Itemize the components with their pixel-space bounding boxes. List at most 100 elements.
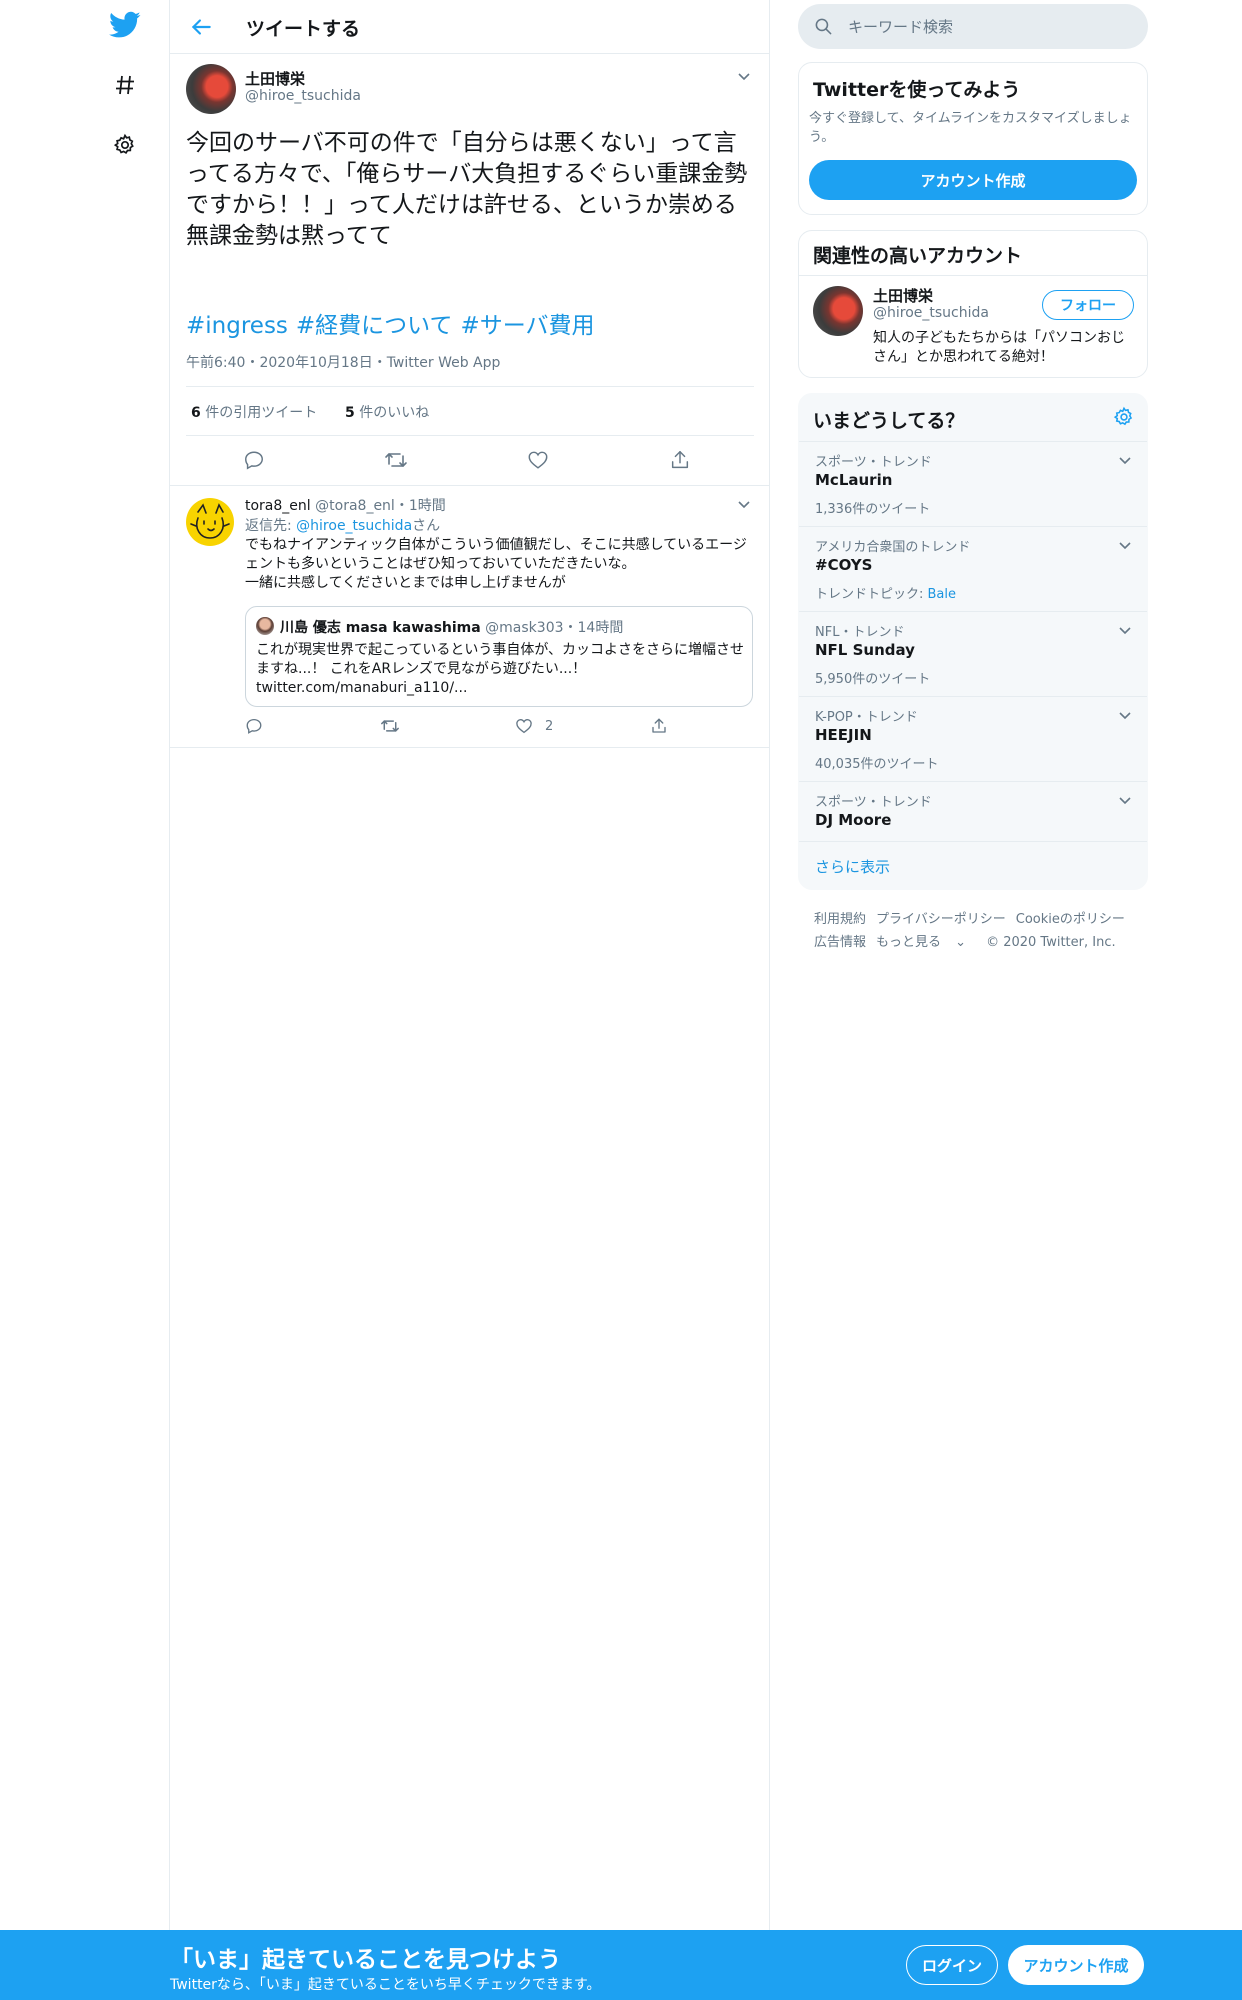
heart-icon [516, 719, 532, 734]
account-name[interactable]: 土田博栄 [873, 285, 933, 306]
account-bio: 知人の子どもたちからは「パソコンおじさん」とか思われてる絶対！ [873, 330, 1125, 365]
search-box[interactable] [798, 4, 1148, 49]
card-title: Twitterを使ってみよう [813, 79, 1021, 101]
more-link[interactable]: もっと見る ⌄ [876, 935, 976, 950]
reply-icon[interactable] [245, 716, 263, 736]
trend-name: NFL Sunday [815, 641, 915, 659]
retweet-icon[interactable] [380, 716, 400, 736]
twitter-bird-icon[interactable] [108, 8, 142, 42]
mention-link[interactable]: @hiroe_tsuchida [296, 518, 412, 534]
search-icon [815, 18, 832, 35]
tweet-text: でもねナイアンティック自体がこういう価値観だし、そこに共感しているエージェントも… [245, 537, 747, 591]
trend-context: K-POP・トレンド [815, 710, 918, 725]
trend-name: HEEJIN [815, 726, 872, 744]
quoted-tweet[interactable]: 川島 優志 masa kawashima @mask303・14時間 これが現実… [245, 606, 753, 707]
trend-topic: トレンドトピック: Bale [815, 587, 957, 602]
like-button[interactable]: 2 [515, 716, 553, 736]
page-title: ツイートする [246, 18, 361, 40]
follow-button[interactable]: フォロー [1042, 290, 1134, 320]
trend-item[interactable]: スポーツ・トレンド McLaurin 1,336件のツイート [799, 441, 1147, 526]
reply-tweet[interactable]: tora8_enl @tora8_enl・1時間 返信先: @hiroe_tsu… [170, 486, 770, 748]
trend-item[interactable]: アメリカ合衆国のトレンド #COYS トレンドトピック: Bale [799, 526, 1147, 611]
avatar[interactable] [813, 286, 863, 336]
trend-context: スポーツ・トレンド [815, 455, 932, 470]
chevron-down-icon[interactable] [1117, 707, 1133, 723]
login-button[interactable]: ログイン [906, 1945, 998, 1985]
avatar[interactable] [186, 498, 234, 546]
create-account-button[interactable]: アカウント作成 [809, 160, 1137, 200]
hashtag-link[interactable]: #サーバ費用 [461, 313, 595, 339]
left-nav [0, 0, 170, 2000]
search-input[interactable] [848, 4, 1128, 49]
account-handle[interactable]: @hiroe_tsuchida [873, 305, 989, 321]
share-icon[interactable] [650, 716, 668, 736]
timestamp: ・14時間 [563, 620, 624, 636]
chevron-down-icon[interactable] [1117, 792, 1133, 808]
trend-count: 1,336件のツイート [815, 502, 931, 517]
card-title: 関連性の高いアカウント [813, 245, 1023, 267]
quote-tweets-link[interactable]: 6 件の引用ツイート [191, 402, 317, 422]
avatar[interactable] [186, 64, 236, 114]
chevron-down-icon: ⌄ [955, 935, 967, 950]
chevron-down-icon[interactable] [1117, 622, 1133, 638]
tweet-stats: 6 件の引用ツイート 5 件のいいね [186, 386, 754, 436]
back-arrow-icon[interactable] [188, 14, 216, 40]
header: ツイートする [170, 0, 770, 54]
card-description: 今すぐ登録して、タイムラインをカスタマイズしましょう。 [809, 111, 1132, 145]
trend-name: McLaurin [815, 471, 893, 489]
trend-context: NFL・トレンド [815, 625, 905, 640]
banner-title: 「いま」起きていることを見つけよう [170, 1947, 561, 1973]
quote-text: これが現実世界で起こっているという事自体が、カッコよさをさらに増幅させますね..… [256, 642, 745, 696]
banner-subtitle: Twitterなら、「いま」起きていることをいち早くチェックできます。 [170, 1977, 601, 1993]
author-handle: @mask303 [485, 620, 564, 636]
author-handle[interactable]: @tora8_enl [315, 498, 395, 514]
main-column: ツイートする 土田博栄 @hiroe_tsuchida 今回のサーバ不可の件で「… [170, 0, 770, 2000]
chevron-down-icon[interactable] [736, 496, 752, 512]
retweet-icon[interactable] [384, 448, 408, 472]
likes-link[interactable]: 5 件のいいね [345, 402, 429, 422]
hashtag-icon[interactable] [108, 68, 142, 102]
trend-name: #COYS [815, 556, 873, 574]
trends-card: いまどうしてる？ スポーツ・トレンド McLaurin 1,336件のツイート … [798, 393, 1148, 890]
trend-count: 5,950件のツイート [815, 672, 931, 687]
footer-link[interactable]: 利用規約 [814, 912, 866, 927]
chevron-down-icon[interactable] [1117, 452, 1133, 468]
tweet-text: 今回のサーバ不可の件で「自分らは悪くない」って言ってる方々で、「俺らサーバ大負担… [186, 130, 748, 249]
chevron-down-icon[interactable] [1117, 537, 1133, 553]
footer-link[interactable]: Cookieのポリシー [1016, 912, 1125, 927]
signup-button[interactable]: アカウント作成 [1008, 1945, 1144, 1985]
quote-header: 川島 優志 masa kawashima @mask303・14時間 [280, 617, 623, 637]
trend-count: 40,035件のツイート [815, 757, 939, 772]
reply-to: 返信先: @hiroe_tsuchidaさん [245, 518, 441, 534]
timestamp[interactable]: ・1時間 [395, 498, 446, 514]
gear-icon[interactable] [1113, 406, 1135, 428]
like-count: 2 [545, 718, 554, 734]
heart-icon[interactable] [526, 448, 550, 472]
hashtags: #ingress #経費について #サーバ費用 [186, 306, 603, 340]
trend-context: スポーツ・トレンド [815, 795, 932, 810]
footer-link[interactable]: プライバシーポリシー [876, 912, 1006, 927]
show-more-link[interactable]: さらに表示 [815, 856, 890, 877]
related-accounts-card: 関連性の高いアカウント 土田博栄 @hiroe_tsuchida フォロー 知人… [798, 230, 1148, 378]
card-title: いまどうしてる？ [813, 410, 965, 432]
author-name[interactable]: tora8_enl [245, 498, 311, 514]
footer-links: 利用規約 プライバシーポリシー Cookieのポリシー 広告情報 もっと見る ⌄ © 2… [814, 908, 1144, 954]
tweet-meta[interactable]: 午前6:40・2020年10月18日・Twitter Web App [186, 352, 500, 372]
hashtag-link[interactable]: #経費について [296, 313, 453, 339]
trend-item[interactable]: スポーツ・トレンド DJ Moore [799, 781, 1147, 841]
share-icon[interactable] [668, 448, 692, 472]
trend-item[interactable]: K-POP・トレンド HEEJIN 40,035件のツイート [799, 696, 1147, 781]
signup-banner: 「いま」起きていることを見つけよう Twitterなら、「いま」起きていることを… [0, 1930, 1242, 2000]
gear-icon[interactable] [108, 128, 142, 162]
footer-link[interactable]: 広告情報 [814, 935, 866, 950]
avatar [256, 617, 274, 635]
trend-item[interactable]: NFL・トレンド NFL Sunday 5,950件のツイート [799, 611, 1147, 696]
topic-link[interactable]: Bale [928, 587, 957, 602]
author-handle[interactable]: @hiroe_tsuchida [245, 88, 361, 104]
reply-icon[interactable] [242, 448, 266, 472]
main-tweet: 土田博栄 @hiroe_tsuchida 今回のサーバ不可の件で「自分らは悪くな… [170, 54, 770, 486]
hashtag-link[interactable]: #ingress [186, 313, 288, 339]
chevron-down-icon[interactable] [736, 68, 752, 84]
trend-context: アメリカ合衆国のトレンド [815, 540, 971, 555]
author-name[interactable]: 土田博栄 [245, 68, 305, 89]
